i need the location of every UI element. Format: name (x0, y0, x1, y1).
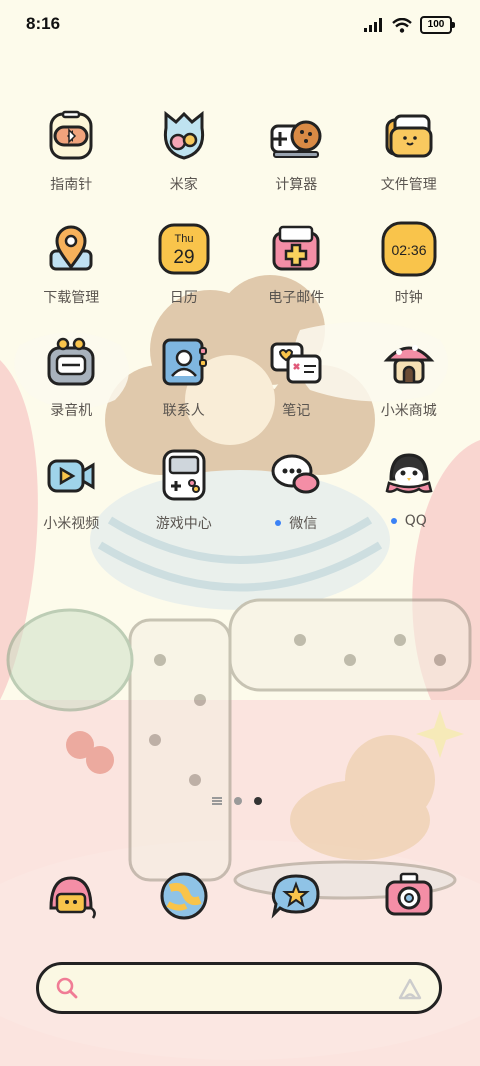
app-label: 电子邮件 (268, 290, 325, 306)
app-mi-store[interactable]: 小米商城 (353, 334, 466, 447)
app-label: 指南针 (50, 177, 93, 193)
app-email[interactable]: 电子邮件 (240, 221, 353, 334)
browser-icon (271, 874, 320, 919)
folder-icon (385, 114, 433, 158)
new-content-dot (275, 520, 282, 526)
page-dot (234, 797, 242, 805)
page-dot-active (254, 797, 262, 805)
clock-time: 02:36 (391, 242, 426, 258)
contacts-icon (162, 338, 207, 386)
app-notes[interactable]: 笔记 (240, 334, 353, 447)
app-label: 下载管理 (43, 290, 100, 306)
notes-icon (270, 342, 322, 384)
mijia-icon (163, 110, 204, 160)
app-label: 时钟 (394, 290, 423, 306)
search-input[interactable] (89, 975, 383, 1003)
app-label: 录音机 (50, 403, 93, 419)
app-label: 微信 (289, 516, 318, 532)
app-clock[interactable]: 02:36 时钟 (353, 221, 466, 334)
app-label: 计算器 (275, 177, 318, 193)
app-download-manager[interactable]: 下载管理 (15, 221, 128, 334)
status-bar: 8:16 100 (0, 0, 480, 50)
app-grid: 指南针 米家 计算器 文件管理 下载管理 Thu 29 日历 电子邮件 02:3… (15, 108, 465, 560)
app-calculator[interactable]: 计算器 (240, 108, 353, 221)
app-calendar[interactable]: Thu 29 日历 (128, 221, 241, 334)
app-label: 文件管理 (380, 177, 437, 193)
calendar-weekday: Thu (174, 233, 193, 245)
compass-icon (49, 110, 93, 160)
app-qq[interactable]: QQ (353, 447, 466, 560)
signal-icon (364, 18, 382, 32)
app-label: 米家 (169, 177, 198, 193)
app-recorder[interactable]: 录音机 (15, 334, 128, 447)
app-compass[interactable]: 指南针 (15, 108, 128, 221)
video-icon (47, 459, 95, 493)
app-label: 小米商城 (380, 403, 437, 419)
phone-icon (49, 876, 97, 919)
app-label: 联系人 (162, 403, 205, 419)
game-center-icon (162, 449, 206, 501)
calendar-icon: Thu 29 (158, 223, 210, 275)
dock-messages[interactable] (128, 868, 241, 928)
search-icon (56, 977, 78, 999)
download-icon (49, 225, 93, 271)
app-wechat[interactable]: 微信 (240, 447, 353, 560)
mi-store-icon (383, 345, 435, 384)
messages-icon (160, 872, 208, 920)
assistant-icon[interactable] (397, 977, 423, 1001)
app-mijia[interactable]: 米家 (128, 108, 241, 221)
battery-icon: 100 (420, 16, 455, 34)
page-indicator[interactable] (212, 797, 262, 805)
calendar-day: 29 (173, 247, 194, 268)
calculator-icon (270, 120, 322, 158)
dock (15, 868, 465, 928)
clock-icon: 02:36 (381, 221, 437, 277)
qq-icon (385, 453, 433, 494)
wechat-icon (271, 454, 320, 494)
app-mi-video[interactable]: 小米视频 (15, 447, 128, 560)
wifi-icon (392, 17, 412, 33)
app-game-center[interactable]: 游戏中心 (128, 447, 241, 560)
app-contacts[interactable]: 联系人 (128, 334, 241, 447)
recorder-icon (47, 337, 95, 386)
app-label: 日历 (169, 290, 198, 306)
app-label: 笔记 (282, 403, 311, 419)
status-time: 8:16 (26, 14, 61, 33)
mail-icon (272, 225, 320, 271)
search-bar[interactable] (36, 962, 442, 1014)
app-label: 游戏中心 (155, 516, 212, 532)
camera-icon (385, 872, 433, 916)
app-label: QQ (404, 513, 427, 529)
new-content-dot (390, 518, 397, 524)
page-indicator-menu-icon (212, 797, 222, 805)
app-file-manager[interactable]: 文件管理 (353, 108, 466, 221)
dock-camera[interactable] (353, 868, 466, 928)
app-label: 小米视频 (43, 516, 100, 532)
status-icons: 100 (364, 16, 455, 34)
dock-phone[interactable] (15, 868, 128, 928)
dock-browser[interactable] (240, 868, 353, 928)
